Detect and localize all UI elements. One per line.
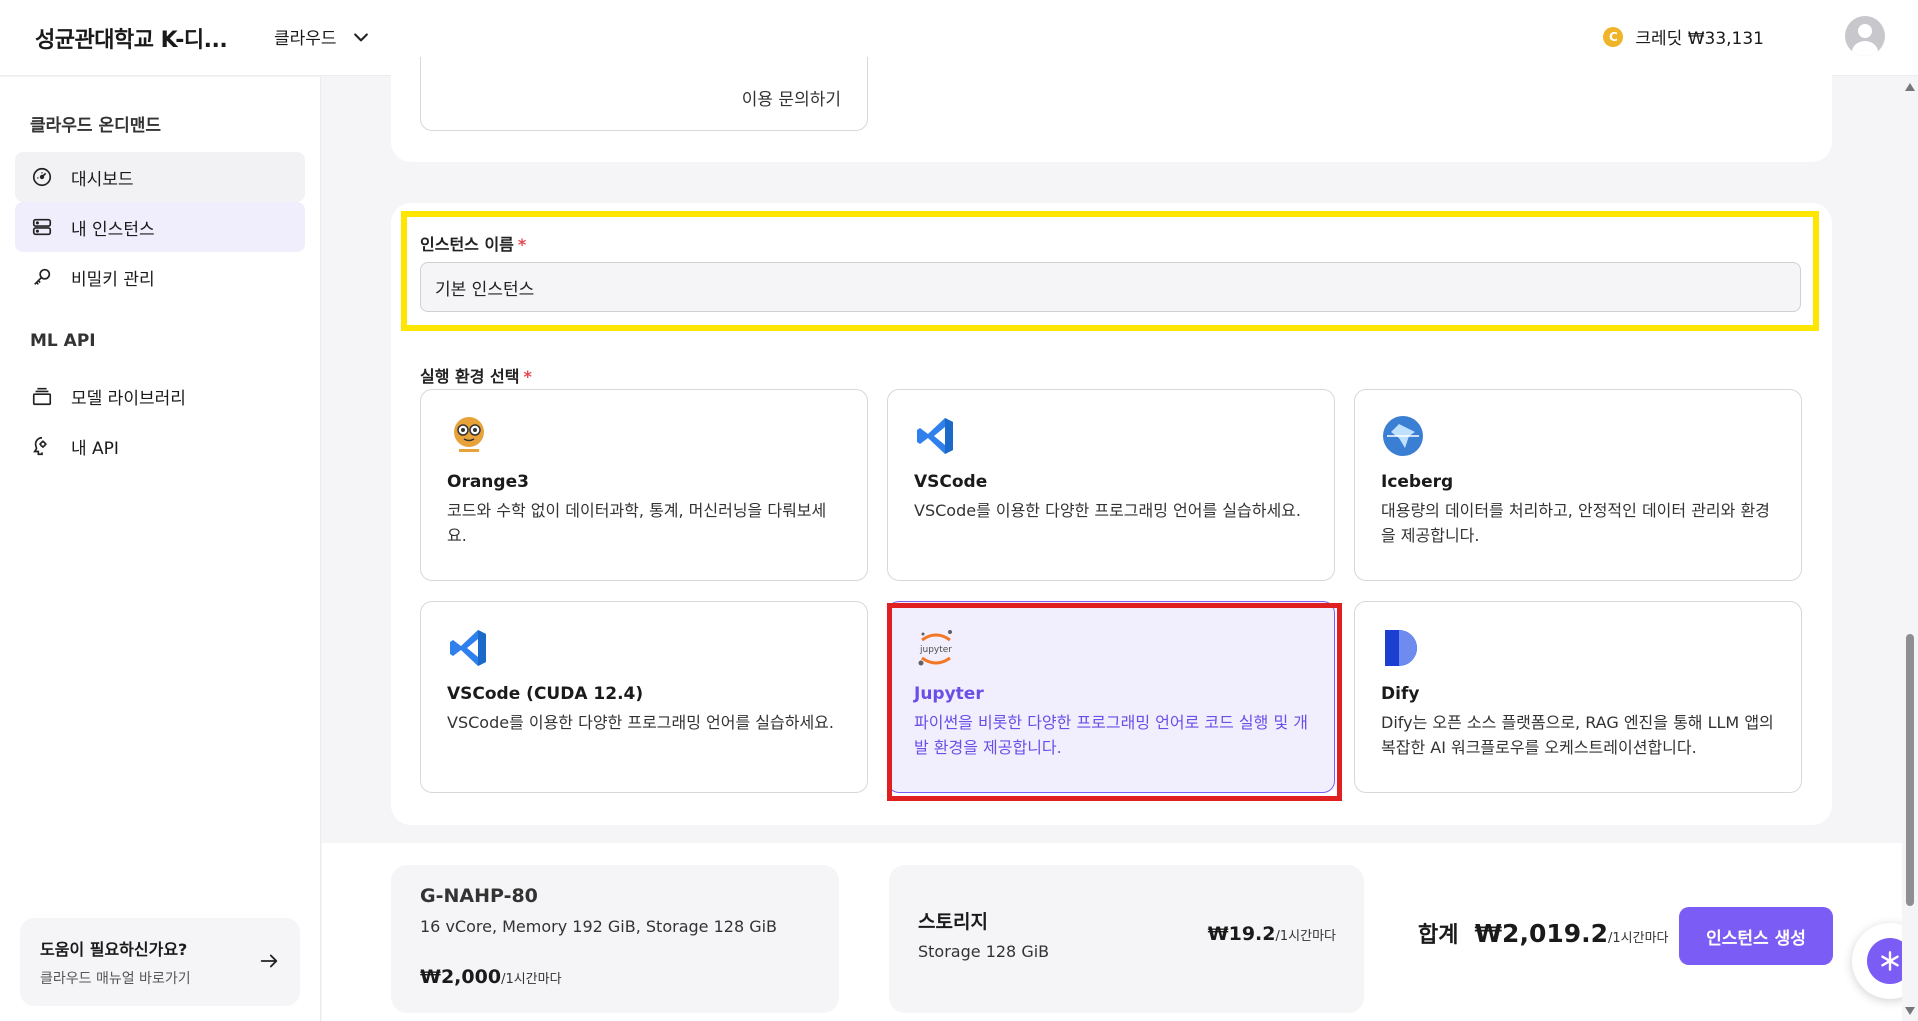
total-price-value: ₩2,019.2 (1474, 919, 1609, 948)
cloud-nav-dropdown[interactable]: 클라우드 (274, 24, 371, 49)
env-title: Iceberg (1381, 472, 1454, 492)
env-card-vscode[interactable]: VSCode VSCode를 이용한 다양한 프로그래밍 언어를 실습하세요. (887, 389, 1335, 581)
brand-title[interactable]: 성균관대학교 K-디... (35, 22, 228, 54)
env-card-dify[interactable]: Dify Dify는 오픈 소스 플랫폼으로, RAG 엔진을 통해 LLM 앱… (1354, 601, 1802, 793)
arrow-right-icon (260, 954, 278, 968)
instance-config-card: 인스턴스 이름* 실행 환경 선택* Orange3 코드와 수학 없이 데이터… (391, 203, 1832, 825)
create-instance-button[interactable]: 인스턴스 생성 (1679, 907, 1833, 965)
api-icon (33, 436, 47, 456)
storage-price-value: ₩19.2 (1207, 923, 1276, 945)
key-icon (34, 268, 51, 285)
cloud-nav-label: 클라우드 (274, 29, 337, 49)
sidebar-item-dashboard[interactable]: 대시보드 (15, 152, 305, 202)
user-avatar[interactable] (1845, 16, 1885, 56)
instance-name-label-text: 인스턴스 이름 (420, 235, 514, 254)
inquiry-box: 이용 문의하기 (420, 57, 868, 131)
svg-text:jupyter: jupyter (919, 645, 952, 655)
env-title: Dify (1381, 684, 1420, 704)
env-select-label: 실행 환경 선택 * (420, 363, 532, 387)
total-summary: 합계 ₩2,019.2/1시간마다 (1418, 917, 1669, 949)
scroll-thumb[interactable] (1906, 634, 1914, 906)
server-icon (32, 218, 52, 236)
help-title: 도움이 필요하신가요? (40, 940, 188, 959)
sidebar-item-label: 대시보드 (71, 169, 134, 190)
env-card-jupyter[interactable]: jupyter Jupyter 파이썬을 비롯한 다양한 프로그래밍 언어로 코… (887, 601, 1335, 793)
sidebar-section-cloud: 클라우드 온디맨드 (30, 116, 162, 136)
avatar-body (1852, 41, 1878, 56)
sidebar-item-model-library[interactable]: 모델 라이브러리 (15, 371, 305, 421)
sidebar-section-ml-api: ML API (30, 331, 96, 351)
per-hour-label: /1시간마다 (1608, 931, 1669, 946)
per-hour-label: /1시간마다 (501, 972, 562, 987)
plan-card: 이용 문의하기 (391, 57, 1832, 162)
inquiry-link[interactable]: 이용 문의하기 (742, 85, 841, 110)
spec-name: G-NAHP-80 (420, 885, 538, 907)
total-price: ₩2,019.2/1시간마다 (1474, 919, 1668, 948)
vscode-icon (450, 630, 486, 666)
instance-name-input[interactable] (420, 262, 1801, 312)
scroll-up-arrow-icon[interactable] (1905, 83, 1915, 91)
env-select-label-text: 실행 환경 선택 (420, 367, 520, 386)
sidebar: 클라우드 온디맨드 대시보드 내 인스턴스 비밀키 관리 ML API 모델 라… (0, 77, 321, 1021)
page-scrollbar[interactable] (1902, 77, 1918, 1021)
env-desc: 코드와 수학 없이 데이터과학, 통계, 머신러닝을 다뤄보세요. (447, 501, 827, 545)
per-hour-label: /1시간마다 (1275, 929, 1337, 944)
iceberg-icon (1383, 416, 1423, 456)
required-mark: * (517, 235, 527, 254)
env-desc: VSCode를 이용한 다양한 프로그래밍 언어를 실습하세요. (914, 501, 1301, 520)
spec-price-value: ₩2,000 (420, 966, 502, 988)
sidebar-item-my-api[interactable]: 내 API (15, 421, 305, 471)
env-title: VSCode (914, 472, 988, 492)
credit-label: 크레딧 ₩33,131 (1635, 29, 1764, 49)
env-desc: 파이썬을 비롯한 다양한 프로그래밍 언어로 코드 실행 및 개발 환경을 제공… (914, 713, 1308, 757)
vscode-icon (917, 418, 953, 454)
env-title: Jupyter (914, 684, 984, 704)
scroll-down-arrow-icon[interactable] (1905, 1007, 1915, 1015)
jupyter-icon: jupyter (918, 630, 952, 666)
credit-balance[interactable]: C 크레딧 ₩33,131 (1603, 24, 1764, 49)
sidebar-item-secret-keys[interactable]: 비밀키 관리 (15, 252, 305, 302)
avatar-head (1858, 24, 1872, 38)
env-desc: VSCode를 이용한 다양한 프로그래밍 언어를 실습하세요. (447, 713, 834, 732)
spec-price: ₩2,000/1시간마다 (420, 966, 810, 988)
help-subtitle: 클라우드 매뉴얼 바로가기 (40, 971, 191, 987)
sidebar-item-my-instances[interactable]: 내 인스턴스 (15, 202, 305, 252)
orange3-icon (454, 417, 484, 452)
library-icon (32, 387, 52, 406)
dashboard-icon (32, 167, 52, 187)
total-label: 합계 (1418, 923, 1459, 948)
env-desc: 대용량의 데이터를 처리하고, 안정적인 데이터 관리와 환경을 제공합니다. (1381, 501, 1770, 545)
storage-price: ₩19.2/1시간마다 (1208, 923, 1336, 945)
help-card[interactable]: 도움이 필요하신가요? 클라우드 매뉴얼 바로가기 (20, 918, 300, 1006)
coin-icon: C (1603, 26, 1624, 47)
instance-name-label: 인스턴스 이름 * (420, 231, 526, 255)
spec-detail: 16 vCore, Memory 192 GiB, Storage 128 Gi… (420, 917, 778, 936)
env-card-iceberg[interactable]: Iceberg 대용량의 데이터를 처리하고, 안정적인 데이터 관리와 환경을… (1354, 389, 1802, 581)
main-content: 이용 문의하기 인스턴스 이름* 실행 환경 선택* Orange3 코드와 수… (322, 57, 1918, 1021)
env-title: Orange3 (447, 472, 529, 492)
sidebar-item-label: 모델 라이브러리 (71, 388, 186, 409)
env-desc: Dify는 오픈 소스 플랫폼으로, RAG 엔진을 통해 LLM 앱의 복잡한… (1381, 713, 1774, 757)
chevron-down-icon (353, 32, 368, 41)
sidebar-item-label: 내 인스턴스 (71, 219, 155, 240)
storage-card: 스토리지 Storage 128 GiB ₩19.2/1시간마다 (889, 865, 1364, 1013)
dify-icon (1385, 630, 1417, 666)
sidebar-item-label: 내 API (71, 438, 119, 459)
env-title: VSCode (CUDA 12.4) (447, 684, 644, 704)
required-mark: * (523, 367, 532, 386)
spec-card: G-NAHP-80 16 vCore, Memory 192 GiB, Stor… (391, 865, 839, 1013)
sidebar-item-label: 비밀키 관리 (71, 269, 155, 290)
env-card-orange3[interactable]: Orange3 코드와 수학 없이 데이터과학, 통계, 머신러닝을 다뤄보세요… (420, 389, 868, 581)
env-card-vscode-cuda[interactable]: VSCode (CUDA 12.4) VSCode를 이용한 다양한 프로그래밍… (420, 601, 868, 793)
